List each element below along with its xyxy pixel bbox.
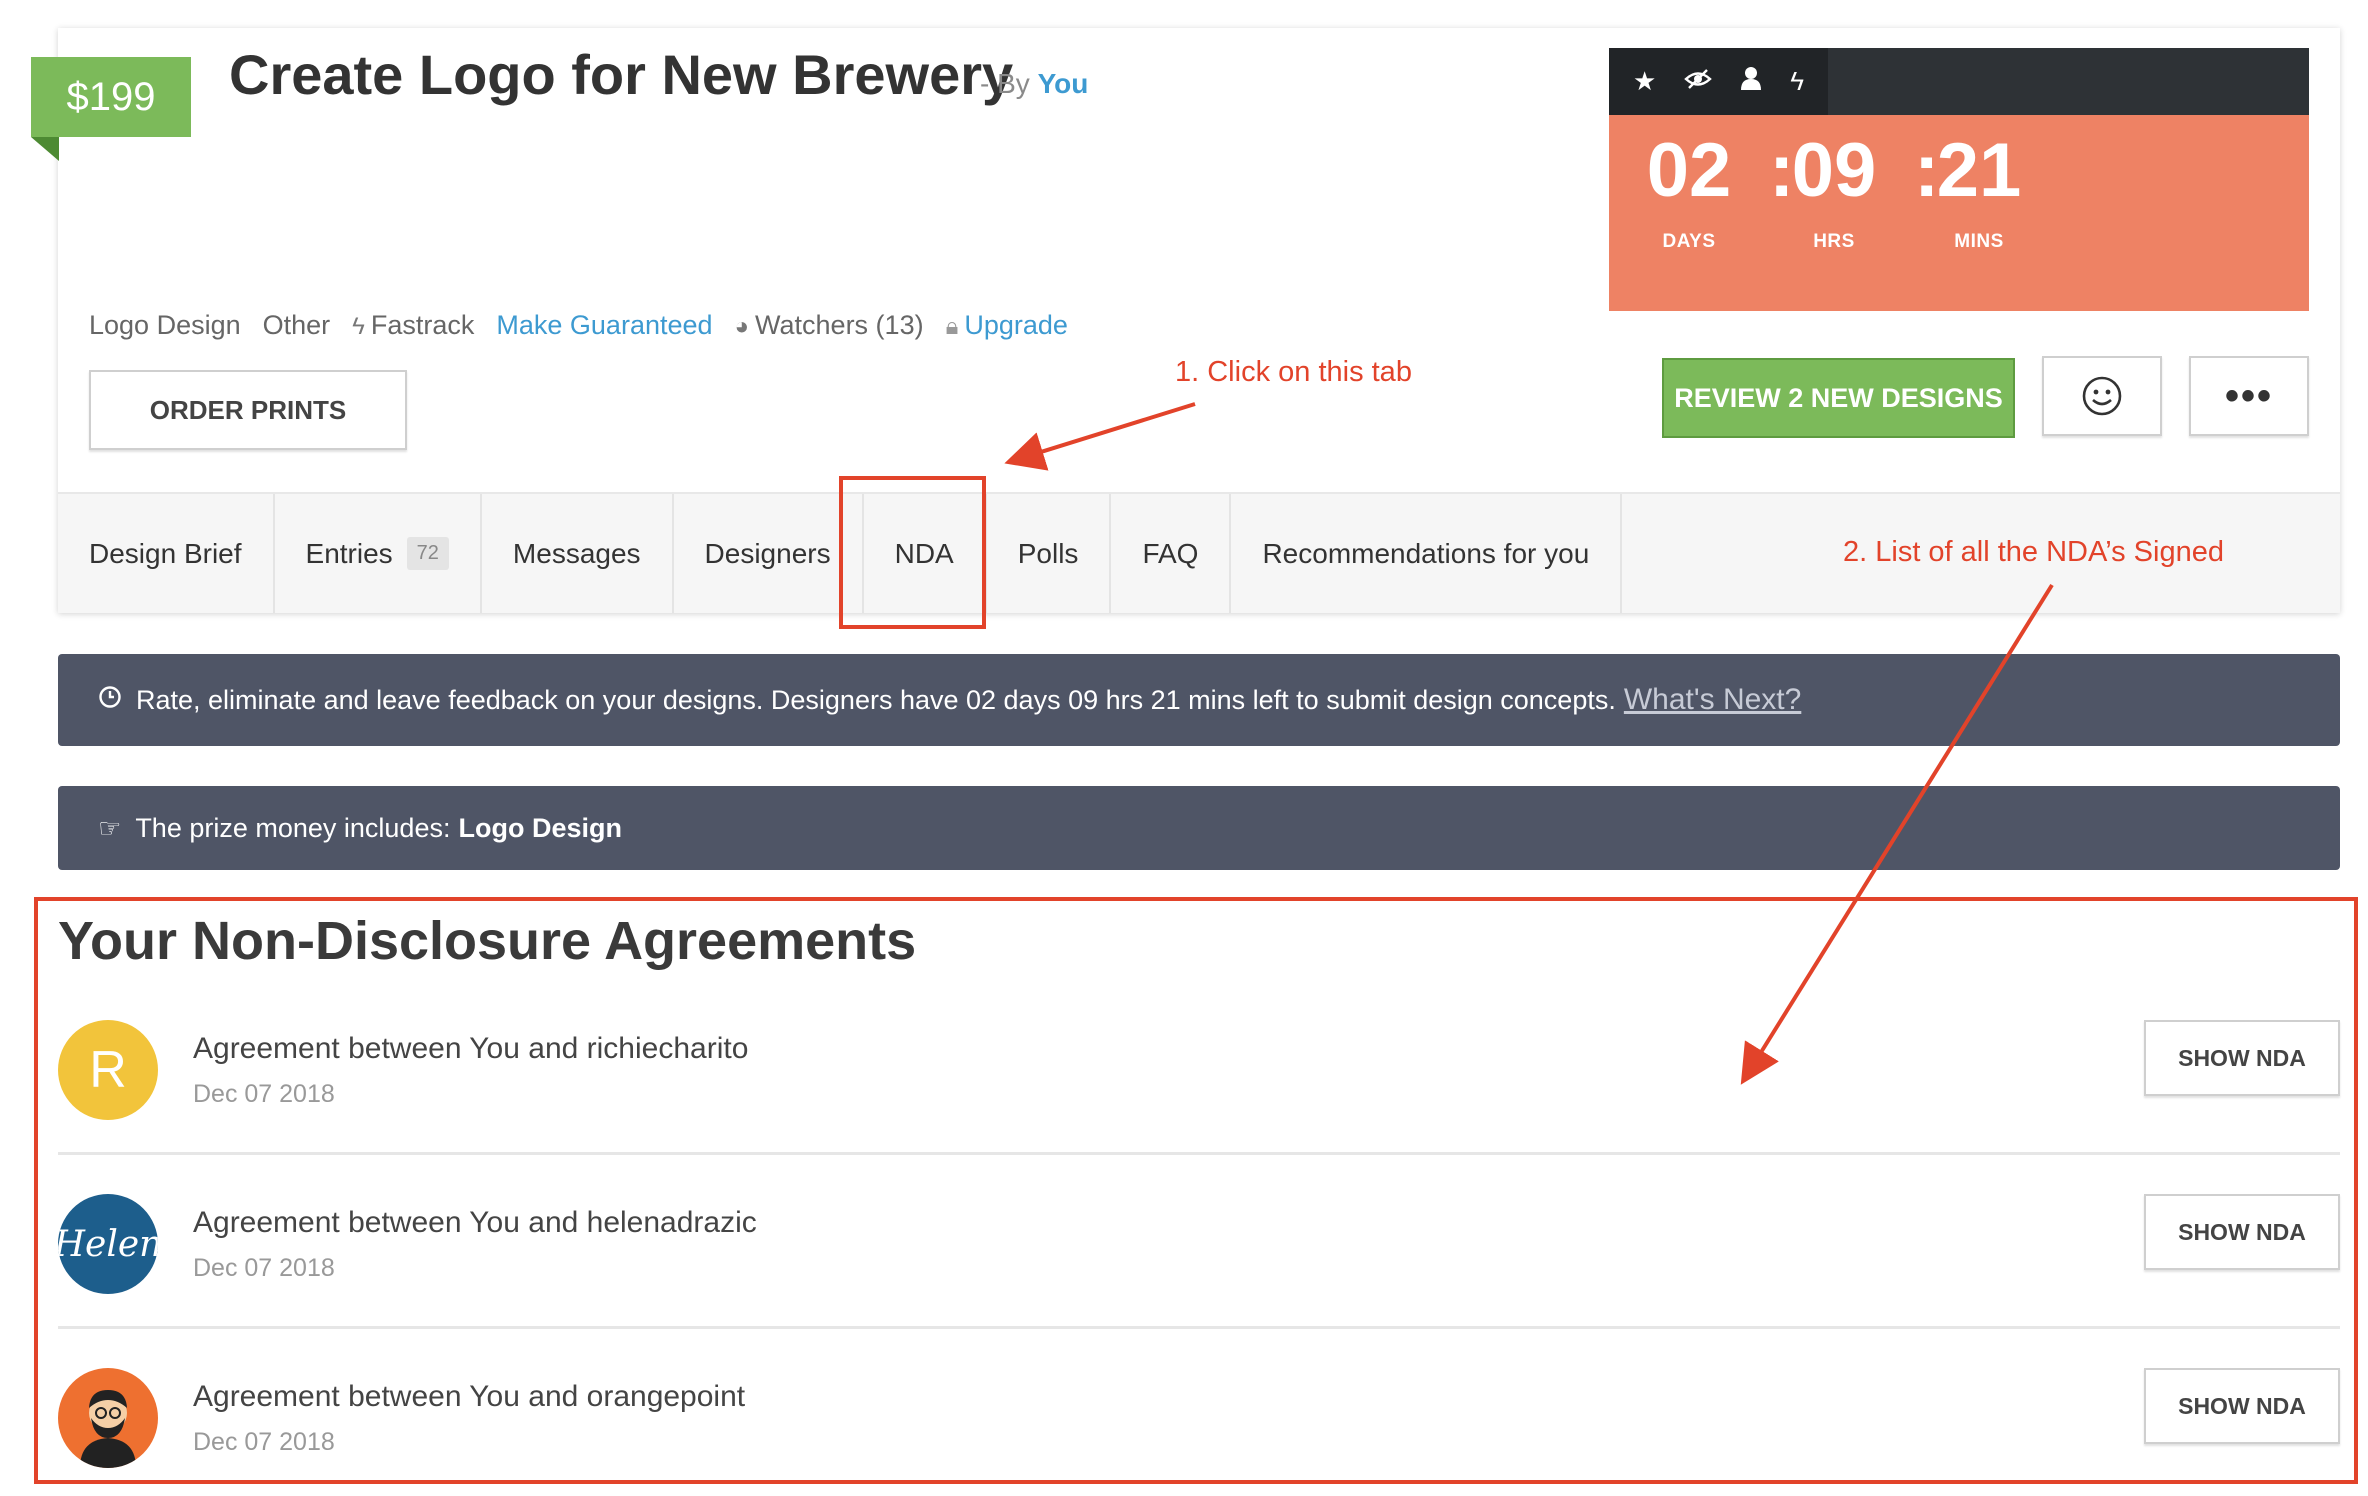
price-tag-fold	[31, 137, 59, 161]
price-tag: $199	[31, 57, 191, 137]
annotation-arrows	[1004, 402, 2054, 1085]
arrow-to-nda-tab	[1004, 402, 1196, 471]
arrow-to-nda-list	[1740, 583, 2054, 1085]
